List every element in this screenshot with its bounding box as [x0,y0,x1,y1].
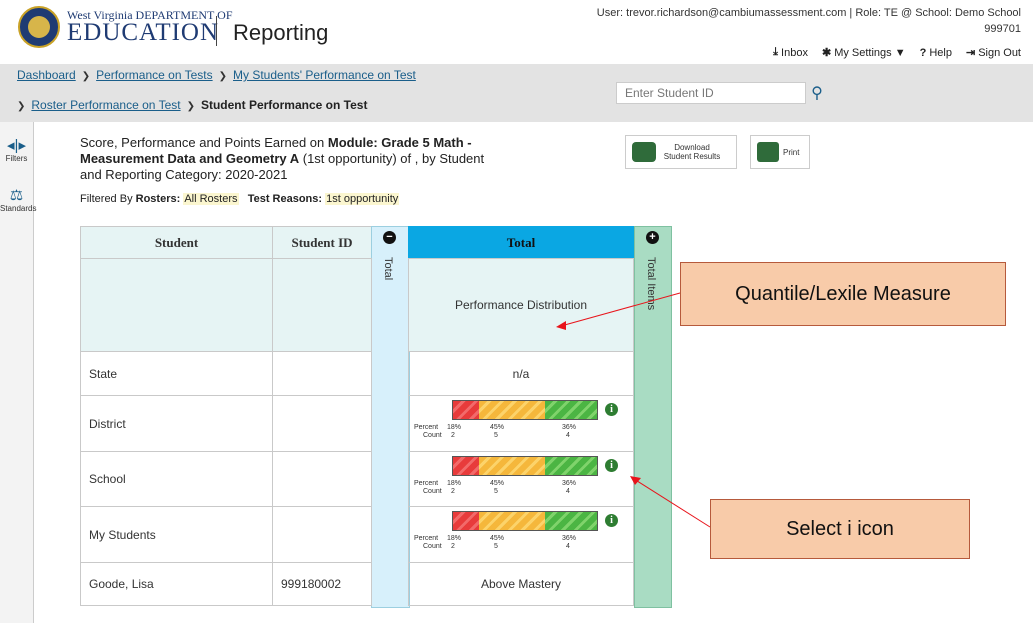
arrow-info [633,478,711,528]
callout-select-info: Select i icon [710,499,970,559]
callout-quantile-lexile: Quantile/Lexile Measure [680,262,1006,326]
arrow-quantile [560,292,681,327]
arrowhead-quantile [556,321,566,330]
arrowhead-info [630,476,641,485]
